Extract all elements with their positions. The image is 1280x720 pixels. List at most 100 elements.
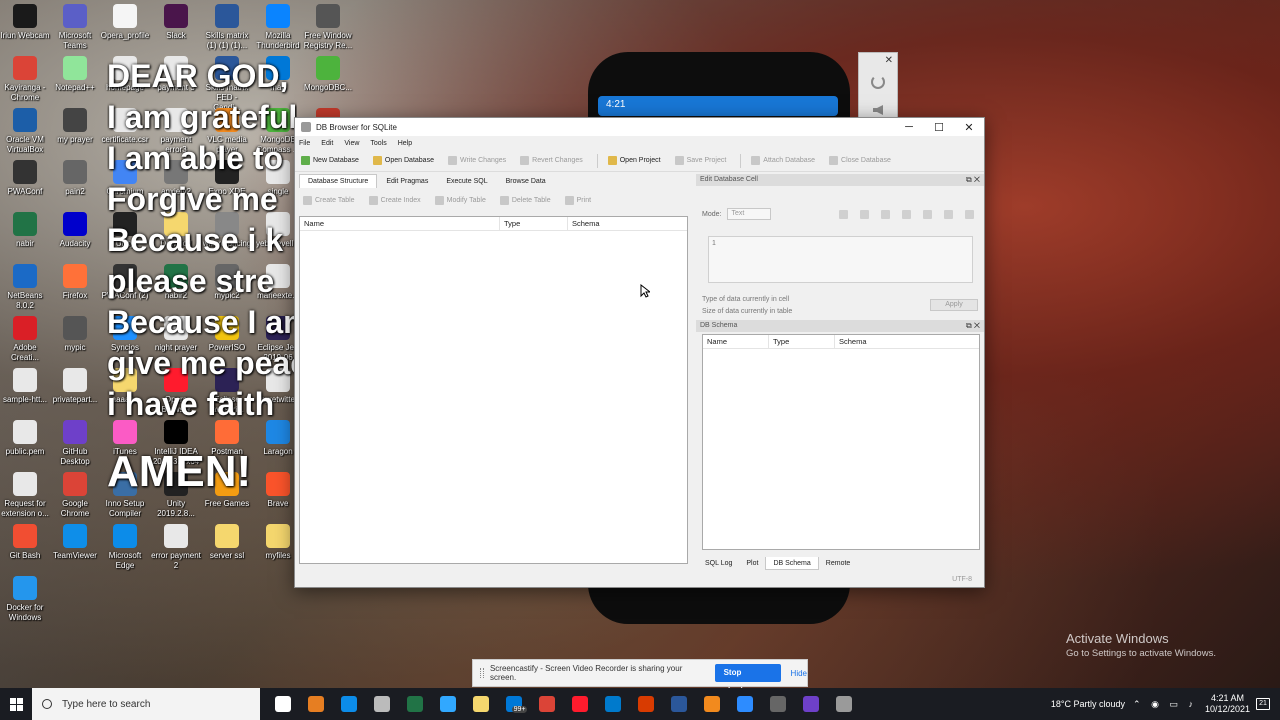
volume-icon[interactable] [873,105,883,115]
tab-database-structure[interactable]: Database Structure [299,174,378,188]
dock-buttons[interactable]: ⧉ ✕ [966,320,980,332]
tray-icons[interactable]: ⌃ ◉ ▭ ♪ [1133,699,1197,710]
desktop-icon[interactable]: Iriun Webcam [0,4,50,41]
taskbar-app-db-browser[interactable] [827,688,860,720]
desktop-icon[interactable]: public.pem [0,420,50,457]
taskbar-app-office[interactable] [629,688,662,720]
print-button[interactable]: Print [564,195,591,205]
tab-plot[interactable]: Plot [739,557,765,570]
desktop-icon[interactable]: Adobe Creati... [0,316,50,363]
apply-button[interactable]: Apply [930,299,978,311]
set-null-icon[interactable] [923,210,932,219]
desktop-icon[interactable]: Docker for Windows [0,576,50,623]
minimize-button[interactable]: ─ [894,118,924,136]
desktop-icon[interactable]: TeamViewer [50,524,100,561]
tab-remote[interactable]: Remote [819,557,858,570]
taskbar-app-photoshop[interactable] [431,688,464,720]
desktop-icon[interactable]: pain2 [50,160,100,197]
column-name[interactable]: Name [300,217,500,230]
hide-button[interactable]: Hide [791,669,807,678]
taskbar-search[interactable]: Type here to search [32,688,260,720]
tab-db-schema[interactable]: DB Schema [765,557,819,570]
cell-editor[interactable]: 1 [708,236,973,283]
close-database-button[interactable]: Close Database [829,156,891,165]
new-database-button[interactable]: New Database [301,156,359,165]
desktop-icon[interactable]: Audacity [50,212,100,249]
taskbar-app-file-explorer[interactable] [464,688,497,720]
desktop-icon[interactable]: Firefox [50,264,100,301]
desktop-icon[interactable]: Skills matrix (1) (1) (1)... [202,4,252,51]
desktop-icon[interactable]: sample-htt... [0,368,50,405]
db-schema-tree[interactable]: Name Type Schema [702,334,980,550]
save-project-button[interactable]: Save Project [674,156,726,165]
export-icon[interactable] [902,210,911,219]
close-icon[interactable]: ✕ [885,55,893,66]
open-database-button[interactable]: Open Database [372,156,434,165]
taskbar-app-edge[interactable] [332,688,365,720]
create-index-button[interactable]: Create Index [368,195,421,205]
stop-sharing-button[interactable]: Stop sharing [714,664,781,695]
tab-edit-pragmas[interactable]: Edit Pragmas [377,174,437,188]
menu-edit[interactable]: Edit [321,140,333,147]
taskbar-app-opera[interactable] [563,688,596,720]
menu-help[interactable]: Help [398,140,412,147]
tab-browse-data[interactable]: Browse Data [497,174,555,188]
modify-table-button[interactable]: Modify Table [434,195,486,205]
desktop-icon[interactable]: Free Window Registry Re... [303,4,353,51]
notification-icon[interactable]: 21 [1256,698,1270,710]
menu-tools[interactable]: Tools [370,140,386,147]
menu-file[interactable]: File [299,140,310,147]
desktop-icon[interactable]: mypic [50,316,100,353]
desktop-icon[interactable]: Request for extension o... [0,472,50,519]
mode-select[interactable]: Text [727,208,772,220]
desktop-icon[interactable]: Notepad++ [50,56,100,93]
desktop-icon[interactable]: Opera_profile [100,4,150,41]
tab-sql-log[interactable]: SQL Log [698,557,739,570]
weather-widget[interactable]: 18°C Partly cloudy [1051,699,1125,709]
structure-tree[interactable]: Name Type Schema [299,216,688,564]
schema-column-schema[interactable]: Schema [835,335,979,348]
taskbar-app-chrome[interactable] [530,688,563,720]
taskbar-app-vscode[interactable] [596,688,629,720]
desktop-icon[interactable]: privatepart... [50,368,100,405]
print-cell-icon[interactable] [965,210,974,219]
start-button[interactable] [0,688,32,720]
desktop-icon[interactable]: Slack [151,4,201,41]
desktop-icon[interactable]: PWAConf [0,160,50,197]
desktop-icon[interactable]: Oracle VM VirtualBox [0,108,50,155]
taskbar-app-vlc[interactable] [695,688,728,720]
taskbar-app-mail[interactable]: 99+ [497,688,530,720]
word-wrap-icon[interactable] [860,210,869,219]
auto-format-icon[interactable] [839,210,848,219]
desktop-icon[interactable]: GitHub Desktop [50,420,100,467]
title-bar[interactable]: DB Browser for SQLite ─ ☐ ✕ [295,118,984,136]
desktop-icon[interactable]: Microsoft Teams [50,4,100,51]
revert-changes-button[interactable]: Revert Changes [520,156,583,165]
desktop-icon[interactable]: Git Bash [0,524,50,561]
desktop-icon[interactable]: NetBeans 8.0.2 [0,264,50,311]
taskbar-app-store[interactable] [365,688,398,720]
taskbar-app-calculator[interactable] [761,688,794,720]
attach-database-button[interactable]: Attach Database [751,156,815,165]
dock-buttons[interactable]: ⧉ ✕ [966,174,980,186]
delete-table-button[interactable]: Delete Table [499,195,551,205]
menu-view[interactable]: View [344,140,359,147]
column-schema[interactable]: Schema [568,217,687,230]
maximize-button[interactable]: ☐ [924,118,954,136]
schema-column-name[interactable]: Name [703,335,769,348]
column-type[interactable]: Type [500,217,568,230]
taskbar-app-word[interactable] [662,688,695,720]
desktop-icon[interactable]: Mozilla Thunderbird [253,4,303,51]
open-project-button[interactable]: Open Project [607,156,661,165]
desktop-icon[interactable]: Kayiranga - Chrome [0,56,50,103]
desktop-icon[interactable]: nabir [0,212,50,249]
tab-execute-sql[interactable]: Execute SQL [437,174,496,188]
schema-column-type[interactable]: Type [769,335,835,348]
image-icon[interactable] [944,210,953,219]
power-icon[interactable] [871,75,885,89]
create-table-button[interactable]: Create Table [303,195,355,205]
desktop-icon[interactable]: MongoDBC... [303,56,353,93]
taskbar-app-excel[interactable] [398,688,431,720]
taskbar-app-github[interactable] [794,688,827,720]
desktop-icon[interactable]: my prayer [50,108,100,145]
